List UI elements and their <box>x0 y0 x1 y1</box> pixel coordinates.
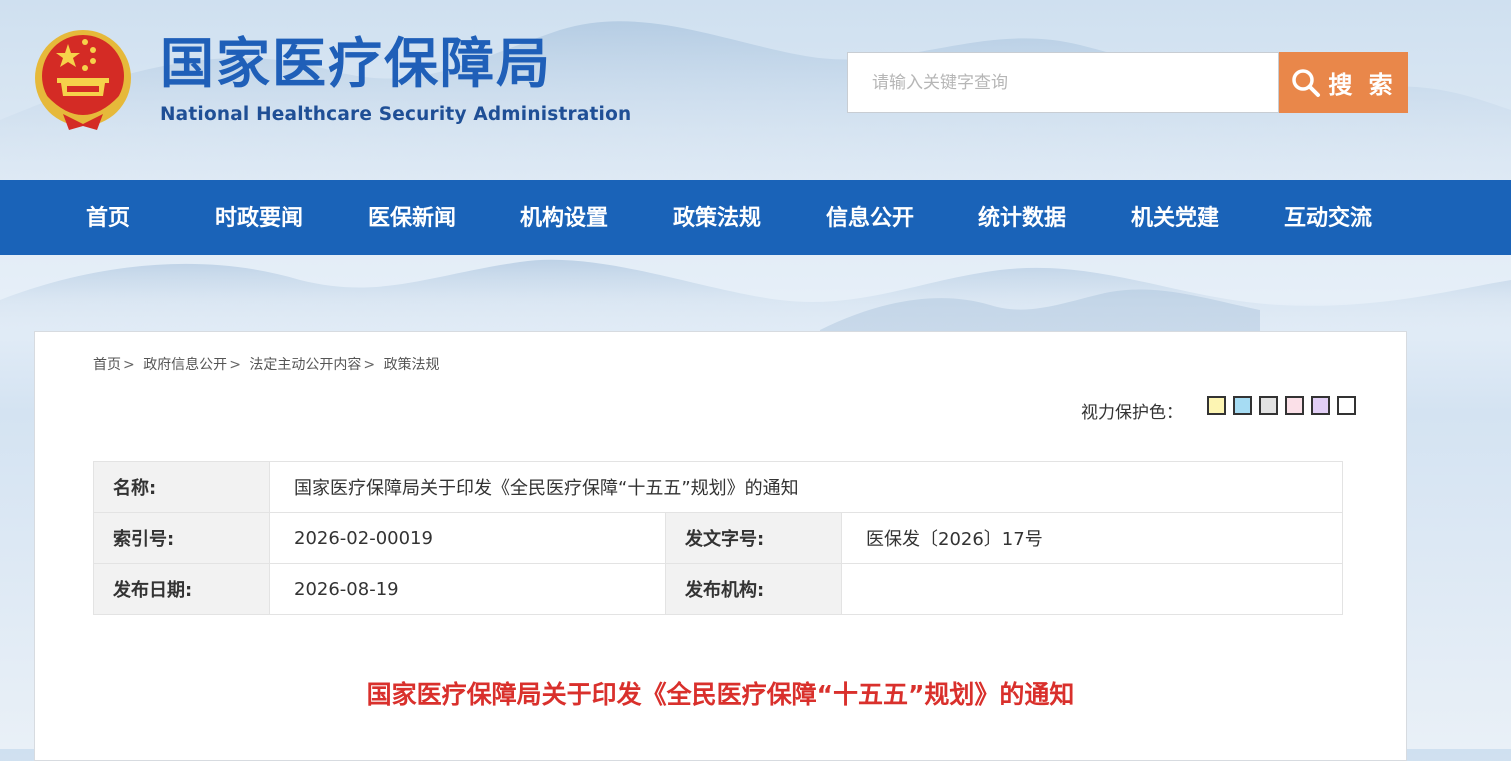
swatch-yellow[interactable] <box>1207 396 1226 415</box>
site-title[interactable]: 国家医疗保障局 <box>160 30 552 96</box>
nav-item-info-disclosure[interactable]: 信息公开 <box>826 180 914 255</box>
search-button[interactable]: 搜 索 <box>1279 52 1408 113</box>
national-emblem-icon[interactable] <box>33 26 133 134</box>
main-nav: 首页 时政要闻 医保新闻 机构设置 政策法规 信息公开 统计数据 机关党建 互动… <box>0 180 1511 255</box>
document-meta-table: 名称: 国家医疗保障局关于印发《全民医疗保障“十五五”规划》的通知 索引号: 2… <box>93 461 1343 615</box>
nav-item-party-building[interactable]: 机关党建 <box>1131 180 1219 255</box>
swatch-blue[interactable] <box>1233 396 1252 415</box>
breadcrumb-item-statutory-content[interactable]: 法定主动公开内容 <box>249 357 361 373</box>
eye-care-swatches <box>1207 396 1356 415</box>
site-header: 国家医疗保障局 National Healthcare Security Adm… <box>0 0 1511 180</box>
index-label: 索引号: <box>93 512 270 564</box>
eye-care-label: 视力保护色： <box>1081 403 1183 423</box>
breadcrumb: 首页 > 政府信息公开 > 法定主动公开内容 > 政策法规 <box>93 354 440 374</box>
publish-date-label: 发布日期: <box>93 563 270 615</box>
nav-item-interaction[interactable]: 互动交流 <box>1284 180 1372 255</box>
breadcrumb-separator: > <box>229 357 241 373</box>
search-input[interactable] <box>847 52 1279 113</box>
breadcrumb-item-home[interactable]: 首页 <box>93 357 121 373</box>
swatch-gray[interactable] <box>1259 396 1278 415</box>
name-value: 国家医疗保障局关于印发《全民医疗保障“十五五”规划》的通知 <box>269 461 1343 513</box>
publish-date-value: 2026-08-19 <box>269 563 666 615</box>
search-button-label: 搜 索 <box>1328 71 1397 99</box>
swatch-pink[interactable] <box>1285 396 1304 415</box>
site-subtitle: National Healthcare Security Administrat… <box>160 104 632 125</box>
swatch-purple[interactable] <box>1311 396 1330 415</box>
breadcrumb-separator: > <box>123 357 135 373</box>
nav-item-statistics[interactable]: 统计数据 <box>978 180 1066 255</box>
document-title: 国家医疗保障局关于印发《全民医疗保障“十五五”规划》的通知 <box>366 680 1075 709</box>
publisher-label: 发布机构: <box>665 563 842 615</box>
breadcrumb-item-policies[interactable]: 政策法规 <box>384 357 440 373</box>
doc-number-value: 医保发〔2026〕17号 <box>841 512 1343 564</box>
swatch-white[interactable] <box>1337 396 1356 415</box>
publisher-value <box>841 563 1343 615</box>
nav-item-organization[interactable]: 机构设置 <box>520 180 608 255</box>
nav-item-home[interactable]: 首页 <box>86 180 130 255</box>
table-row: 发布日期: 2026-08-19 发布机构: <box>93 563 1343 615</box>
table-row: 名称: 国家医疗保障局关于印发《全民医疗保障“十五五”规划》的通知 <box>93 461 1343 513</box>
nav-item-policies[interactable]: 政策法规 <box>673 180 761 255</box>
nav-item-politics-news[interactable]: 时政要闻 <box>215 180 303 255</box>
content-panel: 首页 > 政府信息公开 > 法定主动公开内容 > 政策法规 视力保护色： 名称: 国家… <box>34 331 1407 761</box>
doc-number-label: 发文字号: <box>665 512 842 564</box>
table-row: 索引号: 2026-02-00019 发文字号: 医保发〔2026〕17号 <box>93 512 1343 564</box>
breadcrumb-separator: > <box>363 357 376 373</box>
index-value: 2026-02-00019 <box>269 512 666 564</box>
search-icon <box>1292 68 1321 97</box>
breadcrumb-item-gov-info[interactable]: 政府信息公开 <box>143 357 227 373</box>
nav-item-healthcare-news[interactable]: 医保新闻 <box>368 180 456 255</box>
name-label: 名称: <box>93 461 270 513</box>
